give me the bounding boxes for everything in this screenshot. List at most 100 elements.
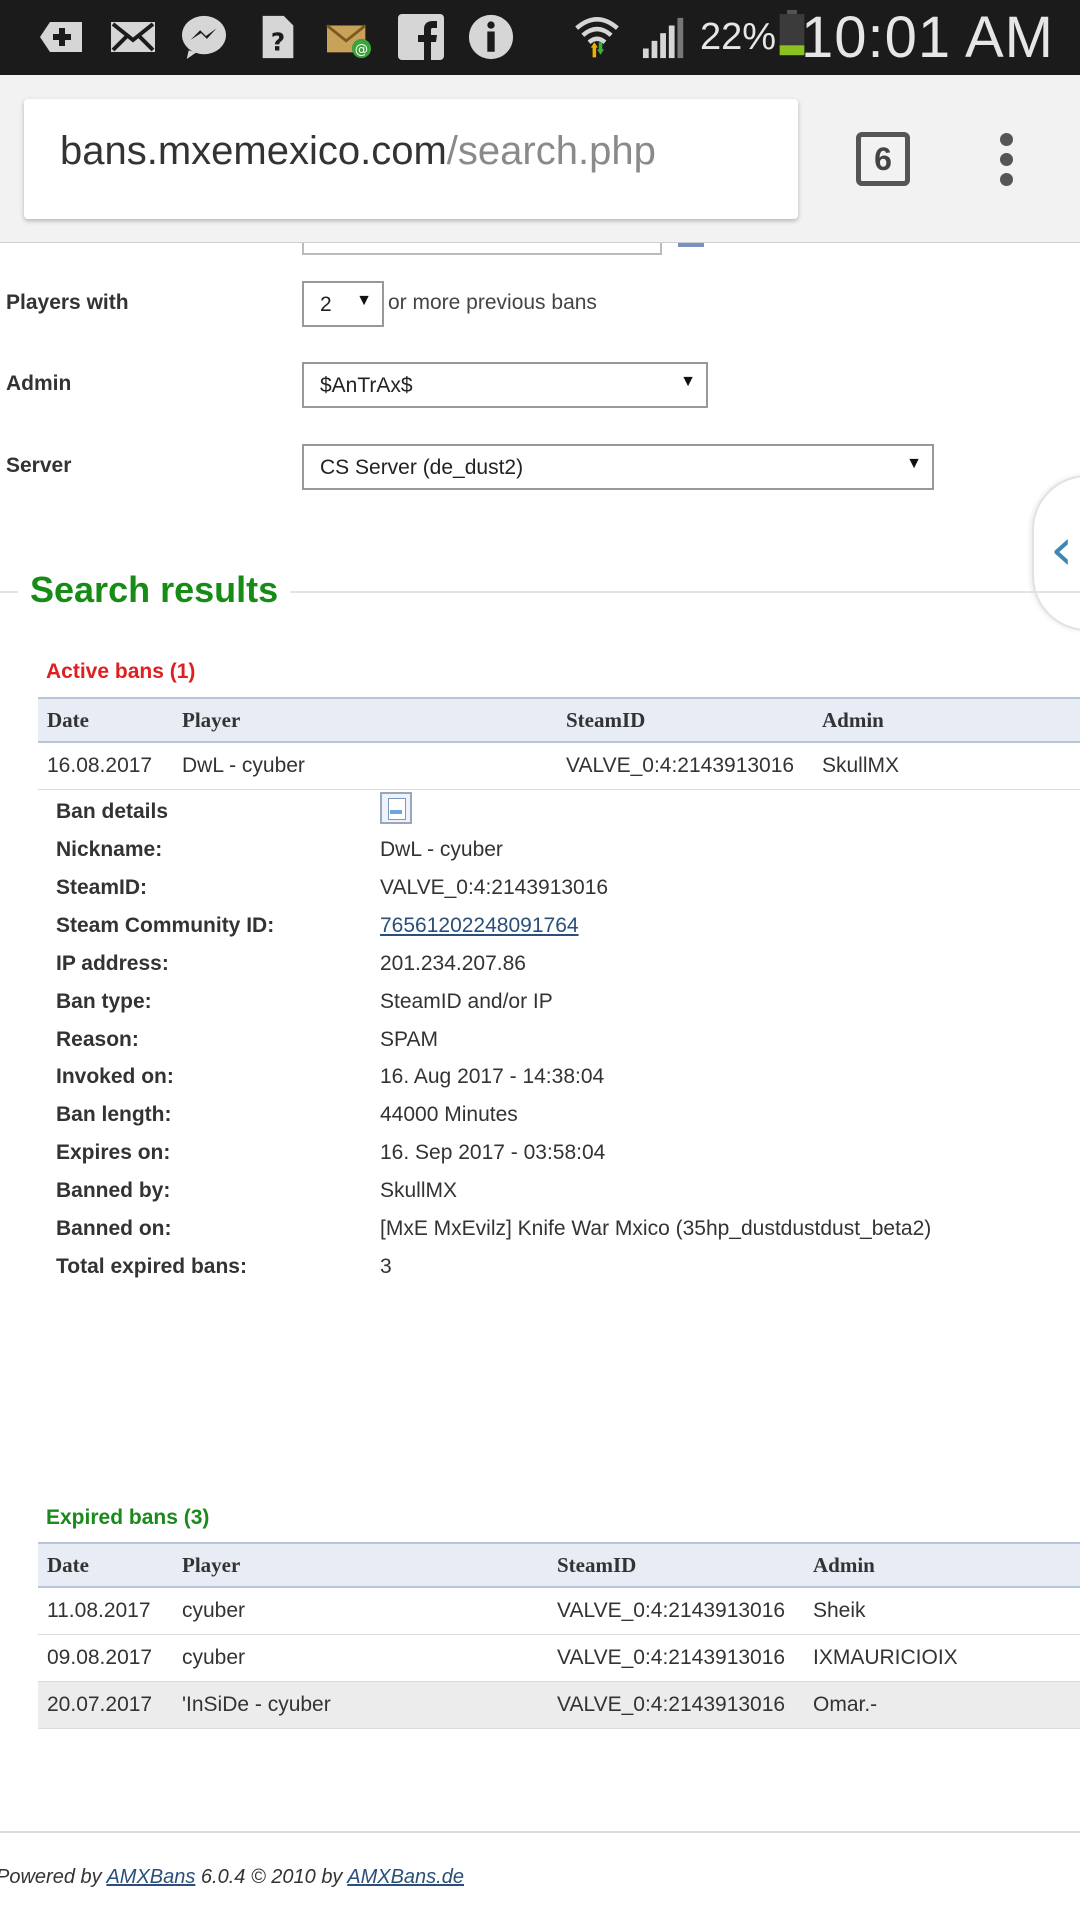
url-text[interactable]: bans.mxemexico.com/search.php: [60, 129, 656, 174]
ban-date: 11.08.2017: [38, 1587, 173, 1635]
detail-label: Invoked on:: [56, 1065, 174, 1088]
detail-label: Total expired bans:: [56, 1255, 247, 1278]
ban-steamid: VALVE_0:4:2143913016: [548, 1634, 804, 1682]
info-icon: [468, 14, 514, 60]
previous-bans-suffix: or more previous bans: [388, 291, 597, 314]
url-host: bans.mxemexico.com: [60, 129, 447, 173]
detail-value: 16. Sep 2017 - 03:58:04: [380, 1141, 606, 1164]
detail-label: Ban length:: [56, 1103, 172, 1126]
svg-text:?: ?: [271, 27, 285, 56]
amxbans-de-link[interactable]: AMXBans.de: [347, 1866, 464, 1888]
server-select[interactable]: CS Server (de_dust2) ▼: [302, 444, 934, 490]
detail-value: 44000 Minutes: [380, 1103, 518, 1126]
active-bans-table: Date Player SteamID Admin 16.08.2017 DwL…: [38, 697, 1080, 790]
column-header-date[interactable]: Date: [38, 1542, 173, 1588]
detail-value: SPAM: [380, 1028, 438, 1051]
ban-date: 09.08.2017: [38, 1634, 173, 1682]
previous-bans-select[interactable]: 2 ▼: [302, 281, 384, 327]
detail-label: Expires on:: [56, 1141, 171, 1164]
table-row[interactable]: 16.08.2017 DwL - cyuber VALVE_0:4:214391…: [38, 742, 1080, 790]
players-with-label: Players with: [6, 291, 129, 314]
server-select-value: CS Server (de_dust2): [320, 456, 524, 479]
ban-details-heading: Ban details: [56, 800, 169, 823]
detail-label: Ban type:: [56, 990, 152, 1013]
admin-select-value: $AnTrAx$: [320, 374, 413, 397]
table-header-row: Date Player SteamID Admin: [38, 1542, 1080, 1588]
ban-steamid: VALVE_0:4:2143913016: [548, 1587, 804, 1635]
detail-value: SteamID and/or IP: [380, 990, 553, 1013]
ban-player: cyuber: [173, 1634, 548, 1682]
table-row[interactable]: 09.08.2017 cyuber VALVE_0:4:2143913016 I…: [38, 1634, 1080, 1682]
footer-divider: [0, 1831, 1080, 1833]
tab-switcher-button[interactable]: 6: [856, 132, 910, 186]
detail-value: 76561202248091764: [380, 914, 579, 938]
battery-percent: 22%: [700, 16, 777, 58]
ban-admin: SkullMX: [813, 742, 1080, 790]
ban-admin: IXMAURICIOIX: [804, 1634, 1080, 1682]
dropdown-arrow-icon: ▼: [356, 292, 372, 309]
ban-date: 20.07.2017: [38, 1681, 173, 1729]
url-path: /search.php: [446, 129, 656, 173]
active-bans-title: Active bans (1): [46, 660, 196, 683]
detail-label: Banned on:: [56, 1217, 172, 1240]
dropdown-arrow-icon: ▼: [680, 373, 696, 390]
detail-value: VALVE_0:4:2143913016: [380, 876, 609, 899]
detail-value: [MxE MxEvilz] Knife War Mxico (35hp_dust…: [380, 1217, 932, 1240]
ban-details-header: Ban details: [56, 792, 1056, 838]
column-header-steamid[interactable]: SteamID: [557, 697, 813, 743]
ban-admin: Sheik: [804, 1587, 1080, 1635]
ban-steamid: VALVE_0:4:2143913016: [548, 1681, 804, 1729]
detail-row-banned-on: Banned on: [MxE MxEvilz] Knife War Mxico…: [56, 1217, 1056, 1255]
detail-label: Steam Community ID:: [56, 914, 275, 937]
column-header-player[interactable]: Player: [173, 1542, 548, 1588]
svg-text:@: @: [355, 42, 368, 57]
detail-row-ip-address: IP address: 201.234.207.86: [56, 952, 1056, 990]
wifi-icon: [575, 17, 619, 58]
column-header-steamid[interactable]: SteamID: [548, 1542, 804, 1588]
detail-value: DwL - cyuber: [380, 838, 503, 861]
amxbans-link[interactable]: AMXBans: [106, 1866, 195, 1888]
previous-bans-value: 2: [320, 293, 332, 316]
detail-row-banned-by: Banned by: SkullMX: [56, 1179, 1056, 1217]
steam-community-id-link[interactable]: 76561202248091764: [380, 914, 579, 937]
server-label: Server: [6, 454, 72, 477]
date-input-partial[interactable]: [302, 243, 662, 255]
detail-label: IP address:: [56, 952, 169, 975]
facebook-icon: [398, 14, 444, 60]
detail-row-steamid: SteamID: VALVE_0:4:2143913016: [56, 876, 1056, 914]
table-row[interactable]: 20.07.2017 'InSiDe - cyuber VALVE_0:4:21…: [38, 1681, 1080, 1729]
chevron-left-icon: ‹: [1050, 515, 1074, 583]
expired-bans-title: Expired bans (3): [46, 1506, 210, 1529]
detail-row-nickname: Nickname: DwL - cyuber: [56, 838, 1056, 876]
detail-row-reason: Reason: SPAM: [56, 1028, 1056, 1066]
admin-select[interactable]: $AnTrAx$ ▼: [302, 362, 708, 408]
detail-row-ban-length: Ban length: 44000 Minutes: [56, 1103, 1056, 1141]
detail-row-total-expired-bans: Total expired bans: 3: [56, 1255, 1056, 1293]
expired-bans-table: Date Player SteamID Admin 11.08.2017 cyu…: [38, 1542, 1080, 1729]
footer-middle: 6.0.4 © 2010 by: [195, 1866, 348, 1888]
detail-label: Nickname:: [56, 838, 163, 861]
ban-date: 16.08.2017: [38, 742, 173, 790]
signal-icon: [642, 17, 684, 59]
table-header-row: Date Player SteamID Admin: [38, 697, 1080, 743]
column-header-admin[interactable]: Admin: [804, 1542, 1080, 1588]
detail-row-expires-on: Expires on: 16. Sep 2017 - 03:58:04: [56, 1141, 1056, 1179]
detail-row-ban-type: Ban type: SteamID and/or IP: [56, 990, 1056, 1028]
table-row[interactable]: 11.08.2017 cyuber VALVE_0:4:2143913016 S…: [38, 1587, 1080, 1635]
side-panel-tab[interactable]: ‹: [1032, 475, 1080, 631]
column-header-player[interactable]: Player: [173, 697, 557, 743]
address-bar[interactable]: bans.mxemexico.com/search.php: [24, 99, 798, 219]
web-page: Players with 2 ▼ or more previous bans A…: [0, 243, 1080, 1920]
column-header-admin[interactable]: Admin: [813, 697, 1080, 743]
detail-value: 201.234.207.86: [380, 952, 526, 975]
calendar-icon[interactable]: [678, 243, 704, 247]
mail-icon: [111, 22, 155, 52]
document-icon[interactable]: [380, 792, 412, 824]
footer-prefix: Powered by: [0, 1866, 107, 1888]
ban-player: DwL - cyuber: [173, 742, 557, 790]
overflow-menu-icon[interactable]: [1000, 133, 1014, 189]
clock: 10:01 AM: [800, 5, 1054, 70]
column-header-date[interactable]: Date: [38, 697, 173, 743]
ban-player: cyuber: [173, 1587, 548, 1635]
detail-row-steam-community-id: Steam Community ID: 76561202248091764: [56, 914, 1056, 952]
